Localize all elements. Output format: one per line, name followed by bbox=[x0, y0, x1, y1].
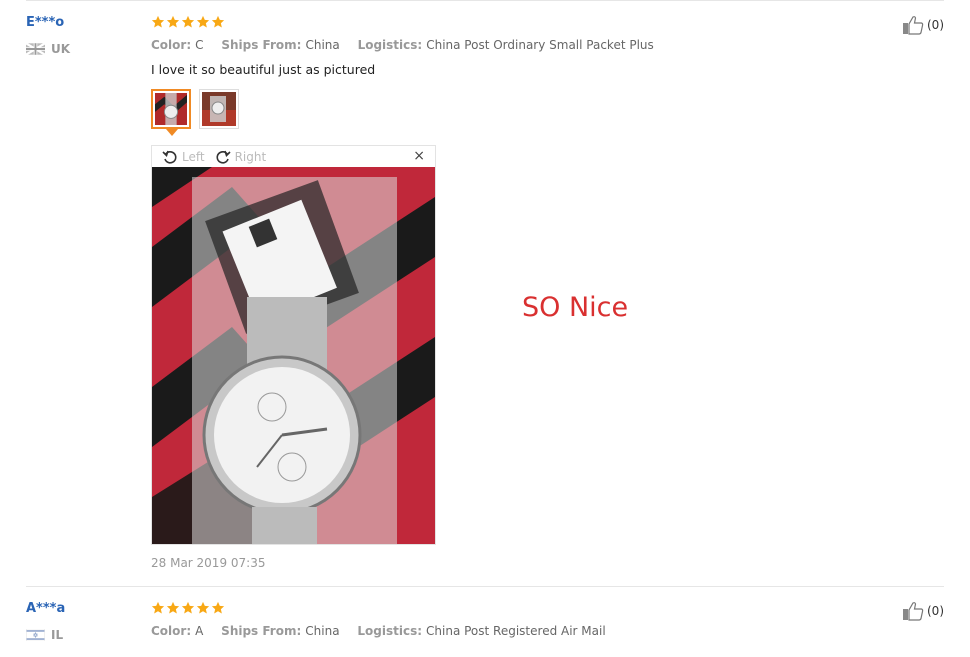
thumbs-up-icon bbox=[902, 15, 924, 35]
helpful-count: (0) bbox=[927, 604, 944, 618]
ships-from-label: Ships From: bbox=[221, 38, 302, 52]
rotate-right-icon bbox=[216, 150, 231, 164]
reviewer-country: IL bbox=[26, 628, 63, 642]
helpful-button[interactable]: (0) bbox=[902, 15, 944, 35]
country-code: IL bbox=[51, 628, 64, 642]
color-value: C bbox=[195, 38, 204, 52]
logistics-label: Logistics: bbox=[357, 38, 423, 52]
star-icon bbox=[211, 15, 225, 29]
israel-flag-icon bbox=[26, 629, 45, 641]
star-icon bbox=[166, 15, 180, 29]
logistics-value: China Post Registered Air Mail bbox=[426, 624, 606, 638]
photo-caption: SO Nice bbox=[522, 292, 629, 323]
close-icon[interactable]: × bbox=[413, 148, 425, 164]
color-label: Color: bbox=[151, 624, 192, 638]
helpful-count: (0) bbox=[927, 18, 944, 32]
thumbs-up-icon bbox=[902, 601, 924, 621]
review-divider bbox=[26, 586, 944, 587]
watch-photo bbox=[155, 93, 187, 125]
star-icon bbox=[151, 15, 165, 29]
logistics-value: China Post Ordinary Small Packet Plus bbox=[426, 38, 654, 52]
reviewer-name: E***o bbox=[26, 15, 65, 30]
rotate-right-button[interactable]: Right bbox=[215, 149, 267, 165]
reviewer-name: A***a bbox=[26, 601, 66, 616]
review-date: 28 Mar 2019 07:35 bbox=[151, 556, 266, 570]
star-icon bbox=[151, 601, 165, 615]
star-icon bbox=[181, 15, 195, 29]
photo-viewer: Left Right × bbox=[151, 145, 436, 545]
review-text: I love it so beautiful just as pictured bbox=[151, 62, 376, 77]
rating-stars bbox=[151, 601, 225, 615]
order-info: Color: C Ships From: China Logistics: China… bbox=[151, 38, 668, 52]
reviewer-country: UK bbox=[26, 42, 70, 56]
star-icon bbox=[196, 15, 210, 29]
rotate-right-label: Right bbox=[234, 149, 267, 164]
review-photo-thumbnail-2[interactable] bbox=[199, 89, 239, 129]
star-icon bbox=[196, 601, 210, 615]
star-icon bbox=[211, 601, 225, 615]
watch-photo bbox=[152, 167, 435, 544]
review-photo-large bbox=[152, 167, 435, 544]
ships-from-label: Ships From: bbox=[221, 624, 302, 638]
rotate-left-button[interactable]: Left bbox=[162, 149, 205, 165]
rotate-left-label: Left bbox=[182, 149, 205, 164]
logistics-label: Logistics: bbox=[357, 624, 423, 638]
order-info: Color: A Ships From: China Logistics: China… bbox=[151, 624, 620, 638]
top-divider bbox=[26, 0, 944, 1]
color-label: Color: bbox=[151, 38, 192, 52]
ships-from-value: China bbox=[305, 38, 340, 52]
rotate-left-icon bbox=[162, 150, 177, 164]
thumbnail-pointer bbox=[166, 129, 178, 136]
star-icon bbox=[166, 601, 180, 615]
review-photo-thumbnail-1[interactable] bbox=[151, 89, 191, 129]
ships-from-value: China bbox=[305, 624, 340, 638]
country-code: UK bbox=[51, 42, 71, 56]
rating-stars bbox=[151, 15, 225, 29]
star-icon bbox=[181, 601, 195, 615]
uk-flag-icon bbox=[26, 43, 45, 55]
color-value: A bbox=[195, 624, 204, 638]
viewer-toolbar: Left Right × bbox=[152, 146, 435, 167]
watch-photo bbox=[202, 92, 236, 126]
helpful-button[interactable]: (0) bbox=[902, 601, 944, 621]
